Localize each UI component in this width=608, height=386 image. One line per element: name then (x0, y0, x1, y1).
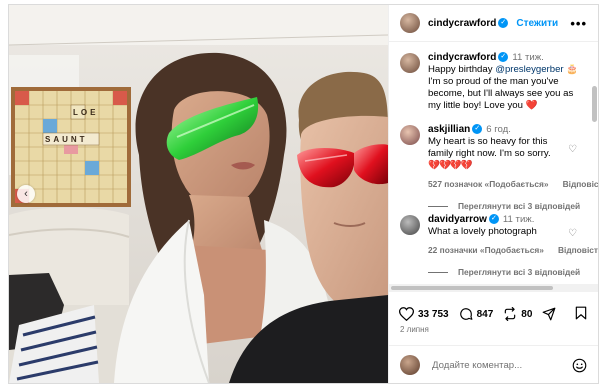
comment-username[interactable]: davidyarrow (428, 214, 487, 225)
post-dialog: LOE SAUNT ‹ cindycrawford ✓ Стежити ••• … (8, 4, 599, 384)
add-comment-bar (389, 345, 598, 383)
previous-photo-button[interactable]: ‹ (17, 185, 35, 203)
board-word: LOE (73, 108, 98, 117)
broken-heart-emoji-icon: 💔💔💔💔 (428, 160, 473, 171)
share-button[interactable] (542, 307, 560, 321)
follow-button[interactable]: Стежити (516, 18, 558, 29)
comment-username[interactable]: askjillian (428, 124, 470, 135)
comment-item: askjillian ✓ 6 год. My heart is so heavy f… (400, 124, 598, 212)
view-replies-label: Переглянути всі 3 відповідей (458, 267, 581, 277)
reply-button[interactable]: Відповісти (563, 179, 598, 189)
post-header: cindycrawford ✓ Стежити ••• (389, 5, 598, 42)
post-side-panel: cindycrawford ✓ Стежити ••• cindycrawfor… (388, 5, 598, 383)
reply-button[interactable]: Відповісти (558, 245, 598, 255)
repost-button[interactable]: 80 (503, 307, 532, 321)
save-button[interactable] (575, 306, 587, 323)
like-comment-icon[interactable]: ♡ (568, 228, 578, 239)
heart-emoji-icon: ❤️ (525, 100, 538, 111)
horizontal-scrollbar[interactable] (389, 284, 598, 292)
comment-time[interactable]: 11 тиж. (503, 214, 534, 225)
bookmark-icon (575, 306, 587, 319)
verified-badge-icon: ✓ (472, 124, 483, 135)
comment-meta: 22 позначки «Подобається» Відповісти (428, 244, 598, 256)
reposts-count: 80 (521, 308, 533, 320)
comment-meta: 527 позначок «Подобається» Відповісти (428, 178, 598, 190)
commenter-avatar[interactable] (400, 215, 420, 235)
replies-line (428, 205, 448, 207)
verified-badge-icon: ✓ (498, 18, 509, 28)
repost-icon (505, 307, 516, 321)
more-options-icon[interactable]: ••• (570, 16, 587, 31)
comment-username[interactable]: cindycrawford (428, 52, 496, 63)
replies-line (428, 271, 448, 273)
share-icon (542, 307, 556, 321)
comment-text: Happy birthday (428, 64, 496, 75)
view-replies-button[interactable]: Переглянути всі 3 відповідей (428, 266, 586, 278)
comment-time[interactable]: 6 год. (486, 124, 511, 135)
comment-text: My heart is so heavy for this family rig… (428, 136, 551, 159)
post-photo[interactable]: LOE SAUNT ‹ (9, 5, 388, 383)
comment-likes-count[interactable]: 527 позначок «Подобається» (428, 179, 549, 189)
verified-badge-icon: ✓ (498, 52, 509, 63)
comment-time[interactable]: 11 тиж. (512, 52, 543, 63)
horizontal-scrollbar-thumb[interactable] (391, 286, 553, 290)
comment-button[interactable]: 847 (459, 307, 494, 321)
author-username[interactable]: cindycrawford (428, 18, 496, 29)
board-word: SAUNT (45, 135, 88, 144)
view-replies-button[interactable]: Переглянути всі 3 відповідей (428, 200, 586, 212)
comment-text: What a lovely photograph (428, 226, 537, 237)
view-replies-label: Переглянути всі 3 відповідей (458, 201, 581, 211)
commenter-avatar[interactable] (400, 125, 420, 145)
verified-badge-icon: ✓ (488, 214, 499, 225)
caption-comment: cindycrawford ✓ 11 тиж. Happy birthday @pr… (400, 52, 586, 112)
viewer-avatar[interactable] (400, 355, 420, 375)
post-date[interactable]: 2 липня (400, 325, 429, 334)
emoji-icon[interactable] (572, 358, 587, 373)
comments-scrollbar[interactable] (592, 86, 597, 122)
comment-item: davidyarrow ✓ 11 тиж. What a lovely photog… (400, 214, 598, 278)
heart-icon (399, 307, 414, 321)
comments-list[interactable]: cindycrawford ✓ 11 тиж. Happy birthday @pr… (389, 42, 598, 284)
mention-link[interactable]: @presleygerber (495, 64, 563, 75)
like-button[interactable]: 33 753 (399, 307, 449, 321)
author-avatar[interactable] (400, 53, 420, 73)
comment-likes-count[interactable]: 22 позначки «Подобається» (428, 245, 544, 255)
author-avatar[interactable] (400, 13, 420, 33)
likes-count: 33 753 (418, 308, 449, 320)
selfie-photo: LOE SAUNT (9, 5, 388, 383)
comments-count: 847 (476, 308, 494, 320)
add-comment-input[interactable] (430, 358, 564, 372)
like-comment-icon[interactable]: ♡ (568, 144, 578, 155)
comment-icon (459, 308, 473, 320)
